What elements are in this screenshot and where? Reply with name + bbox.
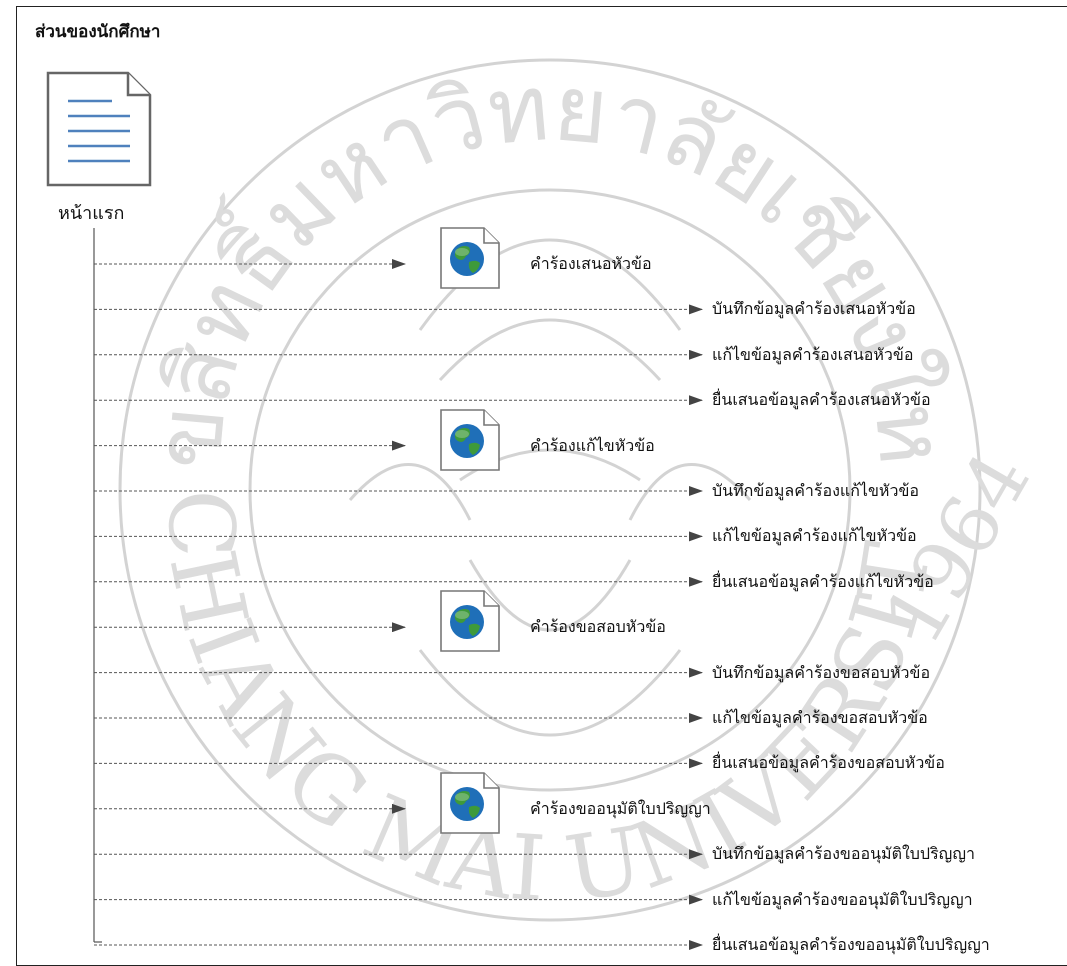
web-page-globe-icon — [438, 589, 502, 653]
action-label: แก้ไขข้อมูลคำร้องเสนอหัวข้อ — [712, 344, 914, 364]
page-label: คำร้องเสนอหัวข้อ — [530, 254, 652, 273]
action-label: บันทึกข้อมูลคำร้องขอสอบหัวข้อ — [712, 662, 931, 682]
web-page-globe-icon — [438, 408, 502, 472]
action-label: แก้ไขข้อมูลคำร้องแก้ไขหัวข้อ — [712, 526, 917, 546]
web-page-globe-icon — [438, 771, 502, 835]
action-label: แก้ไขข้อมูลคำร้องขออนุมัติใบปริญญา — [712, 889, 973, 909]
page-label: คำร้องขอสอบหัวข้อ — [530, 617, 666, 637]
page-label: คำร้องแก้ไขหัวข้อ — [530, 435, 655, 455]
action-label: ยื่นเสนอข้อมูลคำร้องขอสอบหัวข้อ — [712, 753, 945, 773]
action-label: ยื่นเสนอข้อมูลคำร้องแก้ไขหัวข้อ — [712, 571, 934, 591]
action-label: บันทึกข้อมูลคำร้องแก้ไขหัวข้อ — [712, 481, 919, 500]
action-label: ยื่นเสนอข้อมูลคำร้องเสนอหัวข้อ — [712, 390, 931, 410]
page-label: คำร้องขออนุมัติใบปริญญา — [530, 798, 711, 818]
action-label: บันทึกข้อมูลคำร้องเสนอหัวข้อ — [712, 299, 916, 319]
action-label: ยื่นเสนอข้อมูลคำร้องขออนุมัติใบปริญญา — [712, 935, 990, 954]
action-label: บันทึกข้อมูลคำร้องขออนุมัติใบปริญญา — [712, 844, 975, 864]
web-page-globe-icon — [438, 226, 502, 290]
action-label: แก้ไขข้อมูลคำร้องขอสอบหัวข้อ — [712, 708, 928, 727]
